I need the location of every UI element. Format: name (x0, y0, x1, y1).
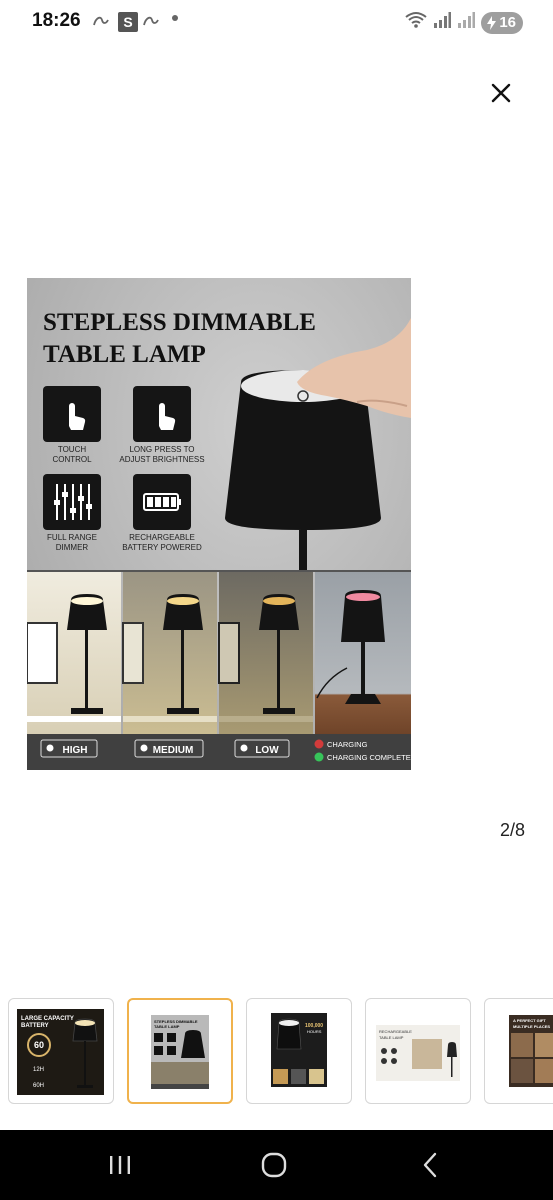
panel-low (218, 572, 313, 734)
feature-2-line2: ADJUST BRIGHTNESS (119, 455, 204, 464)
status-icons: 16 (405, 11, 523, 34)
thumbnail-3[interactable]: 100,000 HOURS (246, 998, 352, 1104)
level-high-text: HIGH (63, 745, 88, 756)
feature-4-line1: RECHARGEABLE (129, 533, 195, 542)
more-notifications-dot (172, 15, 178, 21)
thumbnail-strip[interactable]: LARGE CAPACITY BATTERY 60 12H 60H STEPLE… (0, 996, 553, 1108)
thumb-5-line1: A PERFECT GIFT (513, 1018, 546, 1023)
charging-bolt-icon (487, 15, 497, 30)
charging-dot-green (314, 752, 324, 762)
thumb-1-line1: LARGE CAPACITY (21, 1016, 74, 1022)
signal-icon-2 (457, 12, 476, 33)
status-bar: 18:26 S 16 (0, 0, 553, 44)
feature-full-range-dimmer: FULL RANGE DIMMER (43, 474, 101, 552)
feature-4-line2: BATTERY POWERED (122, 543, 202, 552)
panel-charging (315, 572, 411, 734)
thumb-4-line2: TABLE LAMP (379, 1035, 404, 1040)
recent-apps-icon (110, 1156, 130, 1174)
back-icon (423, 1152, 437, 1178)
feature-1-line1: TOUCH (58, 445, 87, 454)
back-button[interactable] (400, 1148, 460, 1182)
thumb-1-note2: 60H (33, 1083, 44, 1089)
image-title-line2: TABLE LAMP (43, 341, 206, 368)
thumb-1-note1: 12H (33, 1067, 44, 1073)
feature-3-line1: FULL RANGE (47, 533, 97, 542)
battery-level: 16 (499, 14, 516, 31)
recent-apps-button[interactable] (90, 1148, 150, 1182)
feature-3-line2: DIMMER (56, 543, 89, 552)
level-low-text: LOW (255, 745, 279, 756)
charging-text: CHARGING (327, 740, 368, 749)
feature-2-line1: LONG PRESS TO (129, 445, 194, 454)
feature-rechargeable-battery: RECHARGEABLE BATTERY POWERED (122, 474, 202, 552)
image-counter: 2/8 (500, 820, 526, 840)
panel-high (27, 572, 121, 734)
product-image[interactable]: STEPLESS DIMMABLE TABLE LAMP TOUCH CONTR… (27, 278, 411, 770)
status-time: 18:26 (32, 10, 81, 31)
navigation-bar (0, 1130, 553, 1200)
thumb-5-line2: MULTIPLE PLACES (513, 1024, 550, 1029)
charging-completed-text: CHARGING COMPLETED (327, 753, 411, 762)
battery-indicator: 16 (481, 11, 523, 34)
signal-icon (433, 12, 452, 33)
thumb-4-line1: RECHARGEABLE (379, 1029, 412, 1034)
notification-a-icon (92, 11, 110, 31)
thumbnail-4[interactable]: RECHARGEABLE TABLE LAMP (365, 998, 471, 1104)
notification-s-icon: S (118, 12, 138, 32)
thumb-1-line2: BATTERY (21, 1023, 49, 1029)
thumbnail-5[interactable]: A PERFECT GIFT MULTIPLE PLACES (484, 998, 553, 1104)
close-button[interactable] (484, 76, 518, 110)
close-icon (491, 83, 511, 103)
home-button[interactable] (244, 1148, 304, 1182)
image-title-line1: STEPLESS DIMMABLE (43, 309, 316, 336)
home-icon (261, 1152, 287, 1178)
thumb-1-badge: 60 (34, 1040, 44, 1050)
notification-a-icon-2 (142, 11, 160, 31)
thumbnail-1[interactable]: LARGE CAPACITY BATTERY 60 12H 60H (8, 998, 114, 1104)
wifi-icon (405, 11, 427, 34)
panel-medium (122, 572, 217, 734)
level-medium-text: MEDIUM (153, 745, 194, 756)
charging-dot-red (314, 739, 324, 749)
feature-1-line2: CONTROL (52, 455, 92, 464)
thumb-2-line2: TABLE LAMP (154, 1024, 180, 1029)
thumb-3-line2: HOURS (307, 1029, 322, 1034)
thumbnail-2[interactable]: STEPLESS DIMMABLE TABLE LAMP (127, 998, 233, 1104)
